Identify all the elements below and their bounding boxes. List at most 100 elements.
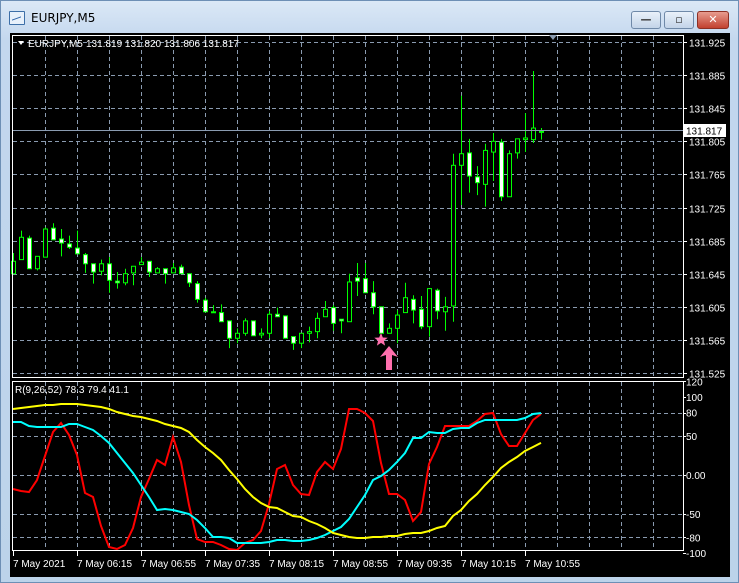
- indicator-axis-label: -100: [686, 549, 706, 560]
- bear-candle-body: [467, 152, 472, 177]
- bull-candle-body: [139, 261, 144, 266]
- bear-candle-body: [379, 306, 384, 334]
- bull-candle-body: [211, 311, 216, 314]
- bull-candle-body: [235, 332, 240, 339]
- bull-candle-body: [43, 228, 48, 258]
- price-axis-label: 131.885: [689, 72, 726, 83]
- bear-candle-body: [187, 273, 192, 284]
- candle: [203, 297, 208, 313]
- bull-candle-body: [155, 268, 160, 274]
- bear-candle-body: [475, 176, 480, 184]
- bull-candle-body: [531, 127, 536, 141]
- bull-candle-body: [171, 267, 176, 274]
- bear-candle-body: [83, 254, 88, 265]
- price-axis-label: 131.685: [689, 238, 726, 249]
- bull-candle-body: [315, 317, 320, 333]
- bull-candle-body: [443, 306, 448, 313]
- time-axis-label: 7 May 06:15: [77, 559, 132, 570]
- bull-candle-body: [243, 320, 248, 334]
- time-axis-label: 7 May 09:35: [397, 559, 452, 570]
- bull-candle-body: [515, 138, 520, 154]
- candle: [251, 320, 256, 337]
- bear-candle-body: [75, 247, 80, 255]
- bull-candle-body: [123, 273, 128, 284]
- candle: [243, 318, 248, 336]
- bull-candle-body: [395, 314, 400, 329]
- bull-candle-body: [131, 265, 136, 274]
- bear-candle-body: [195, 283, 200, 300]
- candle: [195, 281, 200, 303]
- bear-candle-body: [363, 278, 368, 294]
- indicator-axis-label: 80: [686, 409, 698, 420]
- legend-ohlc: 131.819 131.820 131.806 131.817: [86, 39, 239, 50]
- price-axis-label: 131.925: [689, 39, 726, 50]
- bear-candle-body: [339, 318, 344, 322]
- bull-candle-body: [323, 308, 328, 318]
- bull-candle-body: [539, 130, 544, 133]
- chart-canvas[interactable]: EURJPY,M5 131.819 131.820 131.806 131.81…: [0, 0, 739, 583]
- time-axis-label: 7 May 08:15: [269, 559, 324, 570]
- indicator-axis-label: 120: [686, 377, 703, 388]
- bull-candle-body: [99, 263, 104, 272]
- bull-candle-body: [387, 327, 392, 334]
- time-axis-label: 7 May 10:15: [461, 559, 516, 570]
- bear-candle-body: [115, 280, 120, 284]
- indicator-axis-label: 100: [686, 393, 703, 404]
- bear-candle-body: [203, 299, 208, 313]
- indicator-label: R(9,26,52) 78.3 79.4 41.1: [15, 385, 129, 396]
- time-axis-label: 7 May 10:55: [525, 559, 580, 570]
- indicator-axis-label: 50: [686, 432, 698, 443]
- bull-candle-body: [491, 140, 496, 153]
- bull-candle-body: [507, 153, 512, 198]
- price-axis-label: 131.645: [689, 271, 726, 282]
- bear-candle-body: [283, 315, 288, 339]
- bull-candle-body: [299, 332, 304, 344]
- price-axis-label: 131.605: [689, 304, 726, 315]
- bear-candle-body: [331, 307, 336, 324]
- bull-candle-body: [267, 313, 272, 334]
- current-price-label: 131.817: [686, 127, 723, 138]
- bear-candle-body: [91, 263, 96, 273]
- bear-candle-body: [59, 238, 64, 244]
- bull-candle-body: [451, 164, 456, 307]
- candle: [27, 235, 32, 270]
- bear-candle-body: [499, 141, 504, 198]
- bear-candle-body: [147, 260, 152, 273]
- bull-candle-body: [459, 153, 464, 166]
- bull-candle-body: [427, 288, 432, 328]
- bear-candle-body: [27, 237, 32, 270]
- candle: [43, 227, 48, 258]
- bull-candle-body: [483, 149, 488, 185]
- candle: [35, 255, 40, 271]
- bear-candle-body: [251, 320, 256, 337]
- bull-candle-body: [403, 297, 408, 314]
- candle: [379, 306, 384, 334]
- bear-candle-body: [419, 308, 424, 328]
- bull-candle-body: [19, 236, 24, 261]
- bear-candle-body: [51, 227, 56, 241]
- bear-candle-body: [275, 313, 280, 318]
- candle: [283, 315, 288, 339]
- candle: [499, 138, 504, 201]
- bull-candle-body: [307, 331, 312, 334]
- price-axis-label: 131.845: [689, 105, 726, 116]
- bear-candle-body: [107, 263, 112, 281]
- bear-candle-body: [227, 320, 232, 339]
- bear-candle-body: [219, 312, 224, 323]
- indicator-axis-label: -50: [686, 510, 701, 521]
- candle: [451, 153, 456, 322]
- time-axis-label: 7 May 07:35: [205, 559, 260, 570]
- time-axis-label: 7 May 2021: [13, 559, 66, 570]
- price-axis-label: 131.565: [689, 337, 726, 348]
- time-axis-label: 7 May 08:55: [333, 559, 388, 570]
- price-axis-label: 131.765: [689, 171, 726, 182]
- bear-candle-body: [435, 289, 440, 312]
- bear-candle-body: [291, 336, 296, 344]
- price-axis-label: 131.805: [689, 138, 726, 149]
- bull-candle-body: [35, 255, 40, 270]
- indicator-axis-label: 0.00: [686, 471, 706, 482]
- legend-symbol: EURJPY,M5: [28, 39, 83, 50]
- bull-candle-body: [259, 332, 264, 336]
- bull-candle-body: [347, 281, 352, 323]
- bear-candle-body: [371, 292, 376, 308]
